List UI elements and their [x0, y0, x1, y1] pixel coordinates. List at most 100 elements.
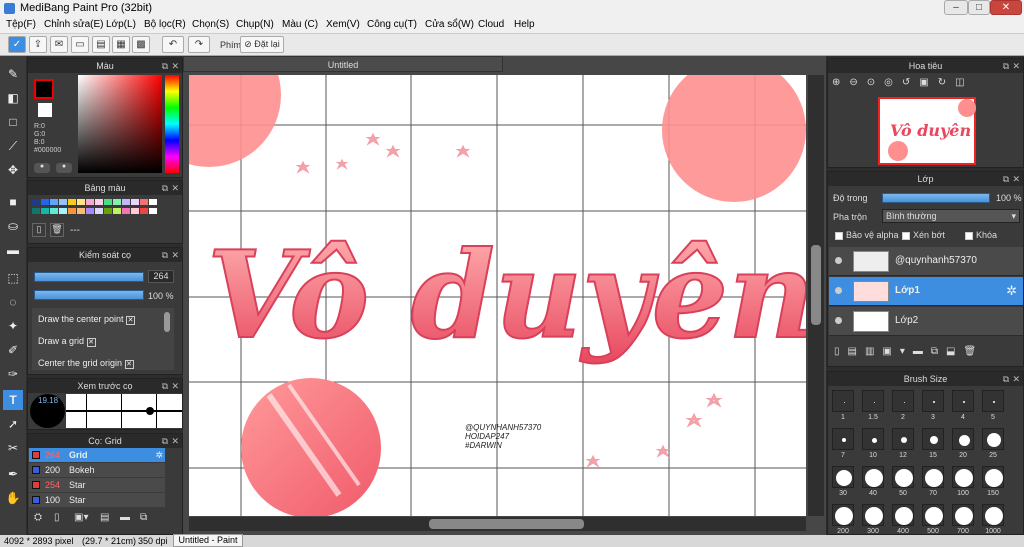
gear-icon[interactable]: ✲: [1006, 283, 1017, 299]
canvas[interactable]: Vô duyên @QUYNHANH57370 HOIDAP247 #DARWIN: [189, 75, 806, 516]
reset-button[interactable]: ⊘ Đặt lại: [240, 36, 284, 53]
palette-swatch[interactable]: [50, 208, 58, 214]
popout-icon[interactable]: ⧉: [162, 379, 168, 393]
menu-file[interactable]: Tệp(F): [6, 19, 36, 30]
taskbar-item[interactable]: Untitled - Paint: [173, 534, 243, 547]
new-halftone-icon[interactable]: ▤: [848, 346, 865, 357]
palette-swatch[interactable]: [86, 208, 94, 214]
magic-wand-icon[interactable]: ✦: [3, 316, 23, 336]
visibility-icon[interactable]: [835, 287, 842, 294]
horizontal-scrollbar[interactable]: [189, 517, 806, 531]
popout-icon[interactable]: ⧉: [162, 248, 168, 262]
brush-size-cell[interactable]: [922, 504, 944, 526]
brush-size-cell[interactable]: [952, 466, 974, 488]
options-scrollbar[interactable]: [164, 312, 170, 332]
palette-swatch[interactable]: [104, 199, 112, 205]
palette-swatch[interactable]: [59, 199, 67, 205]
palette-swatch[interactable]: [59, 208, 67, 214]
menu-edit[interactable]: Chỉnh sửa(E): [44, 19, 104, 30]
palette-swatch[interactable]: [149, 208, 157, 214]
brush-tool-icon[interactable]: ✎: [3, 64, 23, 84]
close-icon[interactable]: ✕: [1012, 172, 1020, 186]
document-tab[interactable]: Untitled: [183, 56, 503, 72]
gradient-tool-icon[interactable]: ▬: [3, 240, 23, 260]
undo-icon[interactable]: ↶: [162, 36, 184, 53]
vertical-scrollbar[interactable]: [808, 75, 824, 516]
option-center-grid[interactable]: Center the grid origin ✕: [38, 358, 134, 369]
grid-layout-icon[interactable]: ▦: [112, 36, 130, 53]
close-icon[interactable]: ✕: [171, 181, 179, 195]
folder-icon[interactable]: ▬: [913, 346, 931, 357]
merge-icon[interactable]: ⬓: [946, 346, 963, 357]
flip-icon[interactable]: ◫: [955, 77, 973, 88]
popout-icon[interactable]: ⧉: [162, 434, 168, 448]
new-8bit-icon[interactable]: ▥: [865, 346, 882, 357]
new-brush-icon[interactable]: ▯: [54, 512, 60, 523]
brush-size-cell[interactable]: [982, 466, 1004, 488]
brush-size-cell[interactable]: [952, 428, 974, 450]
eyedropper-icon[interactable]: ✒: [3, 464, 23, 484]
operation-tool-icon[interactable]: ➚: [3, 414, 23, 434]
close-icon[interactable]: ✕: [1012, 372, 1020, 386]
new-layer-icon[interactable]: ▯: [834, 346, 848, 357]
palette-swatch[interactable]: [50, 199, 58, 205]
menu-layer[interactable]: Lớp(L): [106, 19, 136, 30]
menu-color[interactable]: Màu (C): [282, 19, 318, 30]
brush-size-cell[interactable]: [982, 428, 1004, 450]
brush-size-slider[interactable]: [34, 272, 144, 282]
gear-icon[interactable]: ✲: [155, 448, 163, 462]
brush-size-cell[interactable]: [832, 466, 854, 488]
palette-swatch[interactable]: [140, 208, 148, 214]
menu-window[interactable]: Cửa sổ(W): [425, 19, 474, 30]
text-tool-icon[interactable]: T: [3, 390, 23, 410]
layer-opacity-slider[interactable]: [882, 193, 990, 203]
minimize-button[interactable]: –: [944, 0, 968, 15]
brush-size-cell[interactable]: [862, 390, 884, 412]
brush-size-cell[interactable]: [952, 504, 974, 526]
document-icon[interactable]: ▤: [92, 36, 110, 53]
palette-swatch[interactable]: [68, 208, 76, 214]
zoom-fit-icon[interactable]: ⊙: [867, 77, 884, 88]
close-icon[interactable]: ✕: [1012, 59, 1020, 73]
hand-tool-icon[interactable]: ✋: [3, 488, 23, 508]
select-eraser-icon[interactable]: ✑: [3, 364, 23, 384]
palette-swatch[interactable]: [77, 208, 85, 214]
brush-size-cell[interactable]: [832, 390, 854, 412]
close-icon[interactable]: ✕: [171, 379, 179, 393]
palette-swatch[interactable]: [32, 199, 40, 205]
clip-checkbox[interactable]: Xén bớt: [902, 230, 945, 240]
brush-size-cell[interactable]: [862, 428, 884, 450]
menu-tools[interactable]: Công cụ(T): [367, 19, 417, 30]
saturation-picker[interactable]: [78, 75, 162, 173]
brush-size-cell[interactable]: [832, 428, 854, 450]
lasso-icon[interactable]: ◌: [3, 292, 23, 312]
popout-icon[interactable]: ⧉: [1003, 59, 1009, 73]
menu-filter[interactable]: Bộ lọc(R): [144, 19, 186, 30]
palette-swatch[interactable]: [122, 208, 130, 214]
check-icon[interactable]: ✓: [8, 36, 26, 53]
brush-size-cell[interactable]: [952, 390, 974, 412]
popout-icon[interactable]: ⧉: [162, 181, 168, 195]
folder-icon[interactable]: ▬: [120, 512, 130, 523]
palette-swatch[interactable]: [41, 199, 49, 205]
popout-icon[interactable]: ⧉: [162, 59, 168, 73]
palette-swatch[interactable]: [41, 208, 49, 214]
palette-swatch[interactable]: [140, 199, 148, 205]
new-palette-icon[interactable]: ▯: [32, 223, 46, 237]
add-brush-icon[interactable]: ⛭: [34, 512, 42, 523]
brush-item-bokeh[interactable]: 200 Bokeh: [29, 463, 165, 477]
menu-cloud[interactable]: Cloud: [478, 19, 504, 30]
palette-swatch[interactable]: [131, 199, 139, 205]
background-color[interactable]: [38, 103, 52, 117]
palette-swatch[interactable]: [122, 199, 130, 205]
foreground-color[interactable]: [34, 79, 54, 99]
edit-brush-icon[interactable]: ▤: [100, 512, 109, 523]
tiles-icon[interactable]: ▩: [132, 36, 150, 53]
fit-screen-icon[interactable]: ▣: [919, 77, 937, 88]
close-icon[interactable]: ✕: [171, 434, 179, 448]
maximize-button[interactable]: □: [968, 0, 990, 15]
brush-size-cell[interactable]: [862, 466, 884, 488]
brush-size-cell[interactable]: [832, 504, 854, 526]
new-1bit-icon[interactable]: ▣▾: [882, 346, 912, 357]
palette-swatch[interactable]: [68, 199, 76, 205]
